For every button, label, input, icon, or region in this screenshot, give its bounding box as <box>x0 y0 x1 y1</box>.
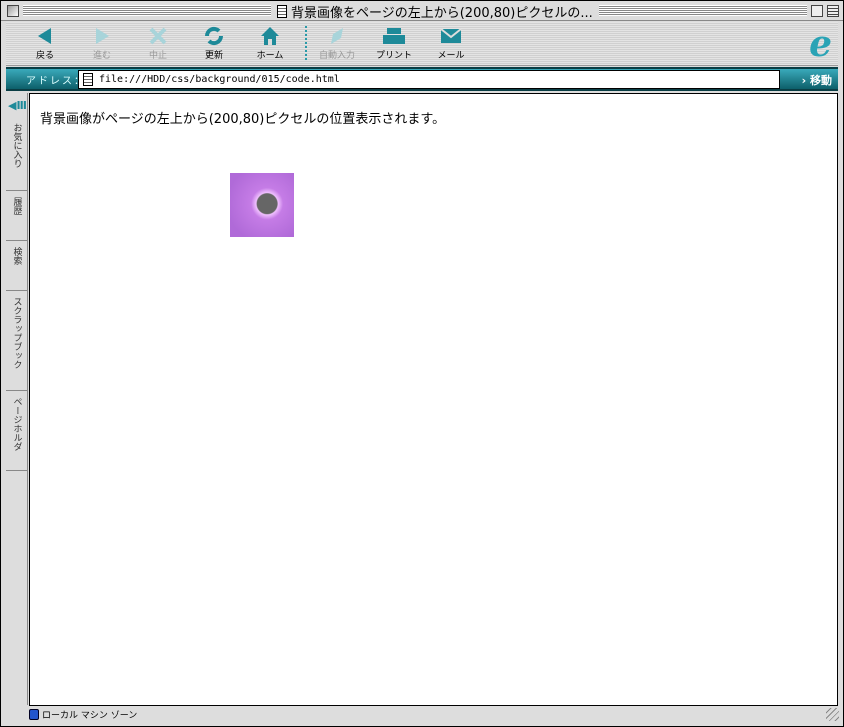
tab-label: スクラップブック <box>11 297 22 369</box>
back-label: 戻る <box>35 51 54 61</box>
sidebar-tab-page-holder[interactable]: ページホルダ <box>6 391 28 471</box>
collapse-box[interactable] <box>827 5 839 17</box>
toolbar-separator <box>305 26 307 60</box>
explorer-bar: ◀Ⅲ お気に入り 履歴 検索 スクラップブック ページホルダ <box>6 93 28 705</box>
print-label: プリント <box>375 51 412 61</box>
stop-button[interactable]: 中止 <box>133 24 183 61</box>
go-button[interactable]: › 移動 <box>802 72 832 88</box>
autofill-icon <box>312 24 362 48</box>
tab-label: 履歴 <box>11 197 22 215</box>
refresh-icon <box>189 24 239 48</box>
window-title: 背景画像をページの左上から(200,80)ピクセルの... <box>271 3 599 21</box>
tab-label: ページホルダ <box>11 397 22 451</box>
mandelbrot-background-image <box>230 173 294 237</box>
security-zone: ローカル マシン ゾーン <box>42 710 138 721</box>
print-button[interactable]: プリント <box>369 24 419 61</box>
browser-window: 背景画像をページの左上から(200,80)ピクセルの... 戻る 進む 中止 更… <box>0 0 844 727</box>
zone-icon <box>29 708 39 720</box>
address-label: アドレス： <box>26 76 86 87</box>
sidebar-toggle-icon[interactable]: ◀Ⅲ <box>8 99 27 113</box>
back-button[interactable]: 戻る <box>20 24 70 61</box>
toolbar: 戻る 進む 中止 更新 ホーム 自動入力 プリント メール e <box>6 22 838 66</box>
resize-handle[interactable] <box>826 708 839 721</box>
print-icon <box>369 24 419 48</box>
autofill-button[interactable]: 自動入力 <box>312 24 362 61</box>
window-title-text: 背景画像をページの左上から(200,80)ピクセルの... <box>291 5 593 21</box>
zoom-box[interactable] <box>811 5 823 17</box>
sidebar-tab-history[interactable]: 履歴 <box>6 191 28 241</box>
back-arrow-icon <box>20 24 70 48</box>
document-icon <box>83 73 93 86</box>
stop-label: 中止 <box>148 51 167 61</box>
page-text: 背景画像がページの左上から(200,80)ピクセルの位置表示されます。 <box>40 112 446 127</box>
close-box[interactable] <box>7 5 19 17</box>
sidebar-tab-favorites[interactable]: お気に入り <box>6 117 28 191</box>
forward-label: 進む <box>92 51 111 61</box>
sidebar-tab-scrapbook[interactable]: スクラップブック <box>6 291 28 391</box>
ie-logo-icon: e <box>809 23 832 65</box>
stop-icon <box>133 24 183 48</box>
home-label: ホーム <box>256 51 284 61</box>
autofill-label: 自動入力 <box>318 51 355 61</box>
address-url: file:///HDD/css/background/015/code.html <box>99 74 340 85</box>
home-button[interactable]: ホーム <box>245 24 295 61</box>
mail-label: メール <box>437 51 465 61</box>
forward-arrow-icon <box>77 24 127 48</box>
status-bar: ローカル マシン ゾーン <box>29 707 819 721</box>
refresh-button[interactable]: 更新 <box>189 24 239 61</box>
address-input[interactable]: file:///HDD/css/background/015/code.html <box>78 70 780 89</box>
sidebar-tab-search[interactable]: 検索 <box>6 241 28 291</box>
tab-label: 検索 <box>11 247 22 265</box>
document-icon <box>277 4 287 18</box>
title-stripes <box>23 5 273 16</box>
address-bar: アドレス： file:///HDD/css/background/015/cod… <box>6 67 838 91</box>
home-icon <box>245 24 295 48</box>
go-label: 移動 <box>810 74 832 87</box>
refresh-label: 更新 <box>204 51 223 61</box>
tab-label: お気に入り <box>11 123 22 168</box>
mail-icon <box>426 24 476 48</box>
page-content: 背景画像がページの左上から(200,80)ピクセルの位置表示されます。 <box>29 93 838 706</box>
title-bar[interactable]: 背景画像をページの左上から(200,80)ピクセルの... <box>1 1 843 21</box>
forward-button[interactable]: 進む <box>77 24 127 61</box>
mail-button[interactable]: メール <box>426 24 476 61</box>
